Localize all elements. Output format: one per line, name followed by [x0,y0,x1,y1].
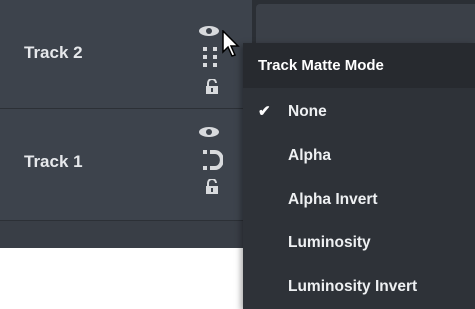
track-panel-footer [0,221,252,248]
menu-item-label: Luminosity [288,234,371,251]
eye-icon[interactable] [198,126,220,138]
checkmark-icon: ✔ [258,103,271,120]
track-2-label: Track 2 [24,43,83,62]
menu-item-alpha[interactable]: Alpha [243,136,475,176]
menu-item-luminosity-invert[interactable]: Luminosity Invert [243,267,475,307]
eye-icon[interactable] [198,25,220,37]
track-header-track-1[interactable]: Track 1 [0,109,252,221]
track-matte-icon[interactable] [201,149,223,173]
lock-icon[interactable] [205,179,219,195]
track-headers-panel: Track 2 Track 1 [0,0,252,248]
menu-item-none[interactable]: ✔ None [243,92,475,132]
lock-icon[interactable] [205,79,219,95]
track-matte-icon[interactable] [201,46,223,74]
menu-item-label: Alpha Invert [288,191,378,208]
mouse-cursor-icon [222,29,242,63]
menu-item-alpha-invert[interactable]: Alpha Invert [243,180,475,220]
menu-item-label: None [288,103,327,120]
track-header-track-2[interactable]: Track 2 [0,0,252,109]
menu-title: Track Matte Mode [243,43,475,88]
menu-item-label: Luminosity Invert [288,278,418,295]
track-1-label: Track 1 [24,152,83,171]
track-matte-mode-menu: Track Matte Mode ✔ None Alpha Alpha Inve… [243,43,475,309]
menu-item-label: Alpha [288,147,332,164]
menu-item-luminosity[interactable]: Luminosity [243,223,475,263]
